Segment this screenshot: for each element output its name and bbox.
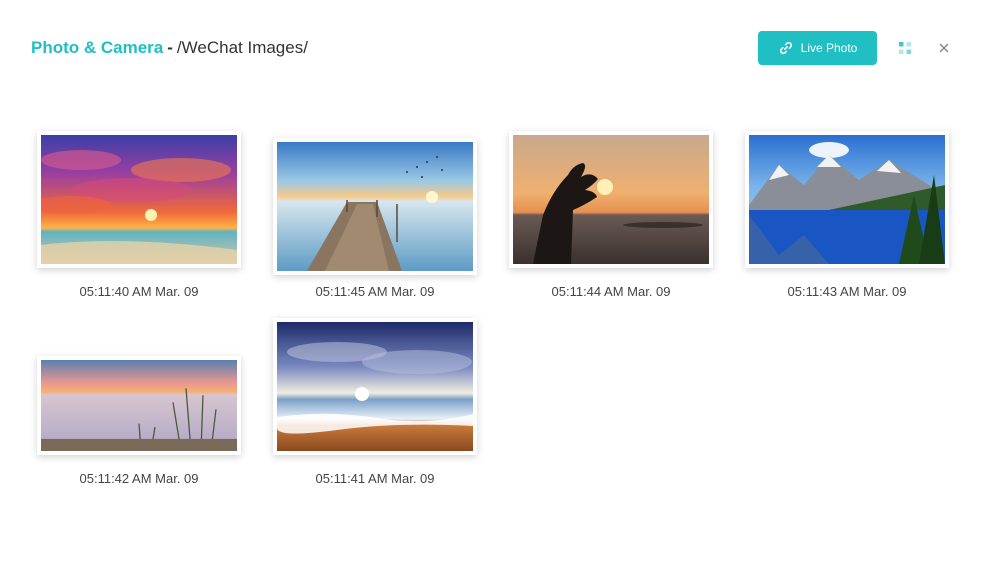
photo-thumbnail[interactable]	[277, 322, 473, 451]
photo-thumbnail[interactable]	[41, 135, 237, 264]
folder-path: /WeChat Images/	[176, 38, 308, 57]
close-icon[interactable]	[936, 40, 952, 56]
page-title: Photo & Camera -/WeChat Images/	[31, 37, 308, 59]
title-separator: -	[167, 38, 173, 57]
live-photo-label: Live Photo	[800, 41, 858, 55]
live-photo-button[interactable]: Live Photo	[758, 31, 877, 65]
grid-view-icon[interactable]	[897, 40, 913, 56]
photo-timestamp: 05:11:43 AM Mar. 09	[787, 284, 907, 299]
photo-timestamp: 05:11:41 AM Mar. 09	[315, 471, 435, 486]
photo-thumbnail[interactable]	[41, 360, 237, 451]
photo-thumbnail-frame[interactable]	[273, 138, 477, 275]
link-icon	[778, 40, 794, 56]
photo-thumbnail-frame[interactable]	[37, 131, 241, 268]
app-name: Photo & Camera	[31, 38, 164, 57]
photo-thumbnail[interactable]	[749, 135, 945, 264]
photo-thumbnail-frame[interactable]	[745, 131, 949, 268]
photo-timestamp: 05:11:40 AM Mar. 09	[79, 284, 199, 299]
photo-thumbnail-frame[interactable]	[273, 318, 477, 455]
photo-timestamp: 05:11:45 AM Mar. 09	[315, 284, 435, 299]
photo-browser-window: Photo & Camera -/WeChat Images/ Live Phot…	[0, 0, 994, 565]
photo-timestamp: 05:11:44 AM Mar. 09	[551, 284, 671, 299]
photo-thumbnail[interactable]	[513, 135, 709, 264]
photo-thumbnail[interactable]	[277, 142, 473, 271]
photo-timestamp: 05:11:42 AM Mar. 09	[79, 471, 199, 486]
photo-thumbnail-frame[interactable]	[37, 356, 241, 455]
photo-thumbnail-frame[interactable]	[509, 131, 713, 268]
